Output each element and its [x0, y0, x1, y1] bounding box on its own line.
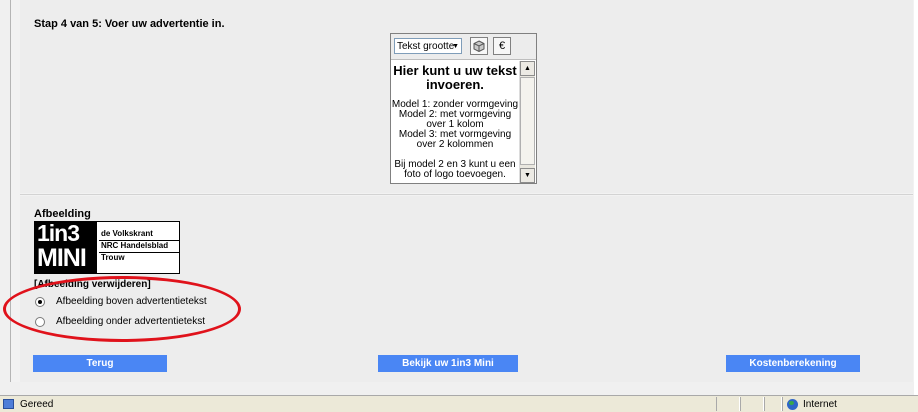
editor-toolbar: Tekst grootte ▼ € [391, 34, 536, 60]
ad-text-editor[interactable]: Tekst grootte ▼ € Hier kunt u uw tekst i… [390, 33, 537, 184]
status-text: Gereed [20, 399, 54, 410]
logo-paper-1: de Volkskrant [101, 229, 153, 238]
uploaded-logo-image: 1in3 MINI de Volkskrant NRC Handelsblad … [34, 220, 180, 274]
editor-note-text: Bij model 2 en 3 kunt u een foto of logo… [394, 159, 516, 180]
internet-globe-icon [787, 399, 798, 410]
back-button[interactable]: Terug [33, 355, 167, 372]
text-size-select[interactable]: Tekst grootte ▼ [394, 38, 462, 54]
logo-line1: 1in3 [37, 220, 80, 246]
step-title: Stap 4 van 5: Voer uw advertentie in. [34, 18, 225, 30]
euro-button[interactable]: € [493, 37, 511, 55]
euro-icon: € [498, 40, 506, 52]
scroll-up-icon[interactable]: ▲ [520, 61, 535, 76]
logo-paper-3: Trouw [101, 253, 125, 262]
editor-scrollbar[interactable]: ▲ ▼ [519, 61, 535, 183]
chevron-down-icon: ▼ [452, 43, 459, 50]
cost-calculation-button[interactable]: Kostenberekening [726, 355, 860, 372]
status-pane [740, 397, 764, 411]
logo-line2: MINI [37, 244, 87, 272]
window-edge [914, 0, 918, 395]
zone-label: Internet [803, 399, 837, 410]
status-pane [716, 397, 740, 411]
editor-text-area[interactable]: Hier kunt u uw tekst invoeren. Model 1: … [391, 61, 519, 183]
editor-models-text: Model 1: zonder vormgeving Model 2: met … [391, 99, 519, 150]
section-divider [20, 194, 913, 195]
logo-mark: 1in3 MINI [35, 220, 97, 273]
highlight-oval [3, 276, 241, 342]
text-size-label: Tekst grootte [397, 41, 455, 52]
scroll-thumb[interactable] [520, 77, 535, 165]
scroll-down-icon[interactable]: ▼ [520, 168, 535, 183]
editor-heading: Hier kunt u uw tekst invoeren. [393, 63, 517, 92]
logo-paper-2: NRC Handelsblad [101, 241, 169, 250]
image-section-title: Afbeelding [34, 208, 91, 220]
status-pane [764, 397, 782, 411]
image-icon [473, 40, 485, 53]
preview-button[interactable]: Bekijk uw 1in3 Mini [378, 355, 518, 372]
page-icon [3, 399, 14, 409]
insert-image-button[interactable] [470, 37, 488, 55]
status-bar: Gereed Internet [0, 395, 918, 412]
